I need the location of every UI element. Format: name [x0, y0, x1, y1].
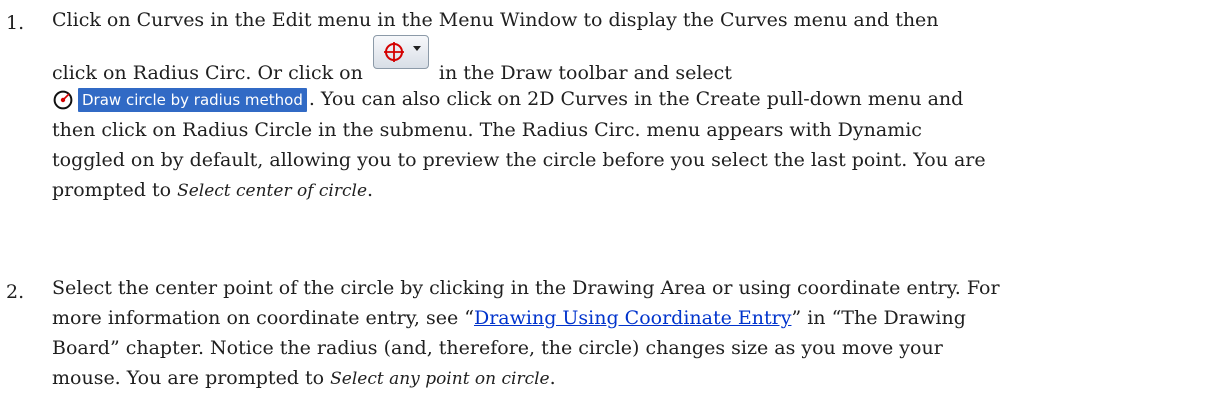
draw-circle-by-radius-label: Draw circle by radius method: [78, 88, 307, 112]
prompt-select-center: Select center of circle: [177, 181, 368, 201]
step-1-line-6-end: .: [367, 179, 374, 201]
step-2-text: Select the center point of the circle by…: [52, 273, 1177, 394]
chevron-down-icon: [412, 46, 421, 51]
step-2-line-2-end: ” in “The Drawing: [791, 307, 966, 329]
step-1-text: Click on Curves in the Edit menu in the …: [52, 5, 1177, 206]
draw-circle-by-radius-menu-item[interactable]: Draw circle by radius method: [52, 85, 307, 115]
step-number: 2.: [6, 281, 25, 303]
step-2-line-4-start: mouse. You are prompted to: [52, 367, 331, 389]
circle-radius-icon: [53, 90, 73, 110]
step-1-line-1: Click on Curves in the Edit menu in the …: [52, 9, 939, 31]
step-1-line-4: then click on Radius Circle in the subme…: [52, 119, 922, 141]
step-2-line-2-start: more information on coordinate entry, se…: [52, 307, 474, 329]
step-2-line-2: more information on coordinate entry, se…: [52, 303, 1177, 333]
step-2-line-4-end: .: [549, 367, 556, 389]
step-2-line-4: mouse. You are prompted to Select any po…: [52, 363, 1177, 394]
step-2-line-1: Select the center point of the circle by…: [52, 277, 1000, 299]
circle-crosshair-icon: [383, 42, 404, 62]
drawing-using-coordinate-entry-link[interactable]: Drawing Using Coordinate Entry: [474, 307, 791, 329]
step-number: 1.: [6, 12, 25, 34]
circle-crosshair-dropdown-icon[interactable]: [372, 35, 429, 69]
step-1-line-2-start: click on Radius Circ. Or click on: [52, 62, 363, 84]
step-1-line-6-start: prompted to: [52, 179, 178, 201]
step-1-line-3-rest: . You can also click on 2D Curves in the…: [308, 88, 964, 110]
step-1-line-6: prompted to Select center of circle.: [52, 175, 1177, 206]
step-1-line-2-end: in the Draw toolbar and select: [438, 62, 732, 84]
step-2-line-3: Board” chapter. Notice the radius (and, …: [52, 337, 943, 359]
step-1-line-2: click on Radius Circ. Or click on in the…: [52, 35, 1177, 84]
step-1-line-3: Draw circle by radius method . You can a…: [52, 84, 1177, 115]
step-1-line-5: toggled on by default, allowing you to p…: [52, 149, 986, 171]
prompt-select-any-point: Select any point on circle: [330, 369, 550, 389]
